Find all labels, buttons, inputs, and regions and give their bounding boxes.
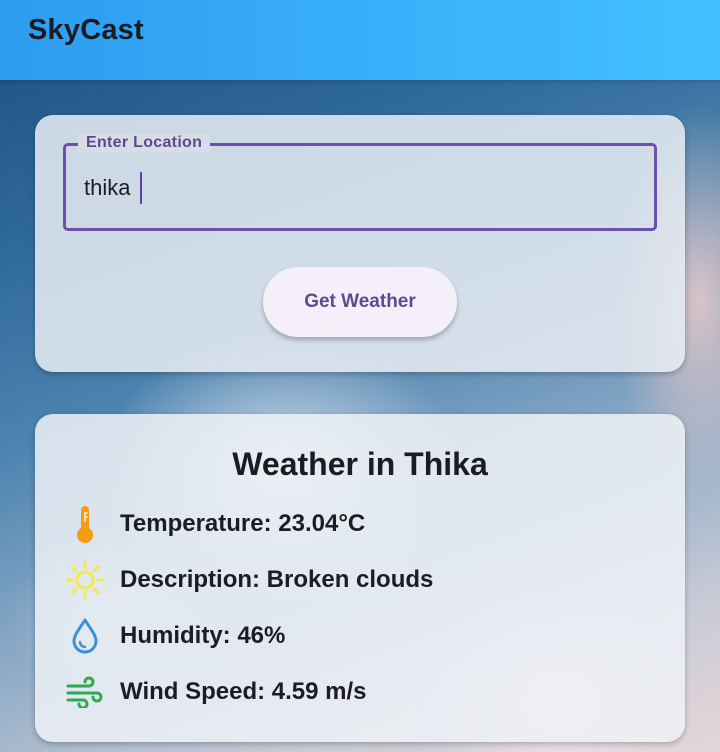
app-bar: SkyCast [0,0,720,80]
water-drop-icon [63,614,107,658]
location-field-label: Enter Location [78,134,211,152]
sun-icon [63,558,107,602]
wind-row: Wind Speed: 4.59 m/s [63,670,367,714]
description-text: Description: Broken clouds [120,566,434,593]
text-cursor [140,172,142,204]
location-input[interactable] [84,172,624,204]
weather-card: Weather in Thika Temperature: 23.04°C De… [35,414,685,742]
wind-icon [63,670,107,714]
humidity-text: Humidity: 46% [120,622,286,649]
description-row: Description: Broken clouds [63,558,433,602]
thermometer-icon [63,502,107,546]
app-screen: SkyCast Enter Location Get Weather Weath… [0,0,720,752]
humidity-row: Humidity: 46% [63,614,285,658]
weather-heading: Weather in Thika [232,446,488,482]
temperature-row: Temperature: 23.04°C [63,502,365,546]
search-card: Enter Location Get Weather [35,115,685,372]
get-weather-button[interactable]: Get Weather [263,267,457,337]
wind-speed-text: Wind Speed: 4.59 m/s [120,678,367,705]
location-field[interactable]: Enter Location [63,134,657,231]
temperature-text: Temperature: 23.04°C [120,510,366,537]
app-title: SkyCast [28,14,144,46]
